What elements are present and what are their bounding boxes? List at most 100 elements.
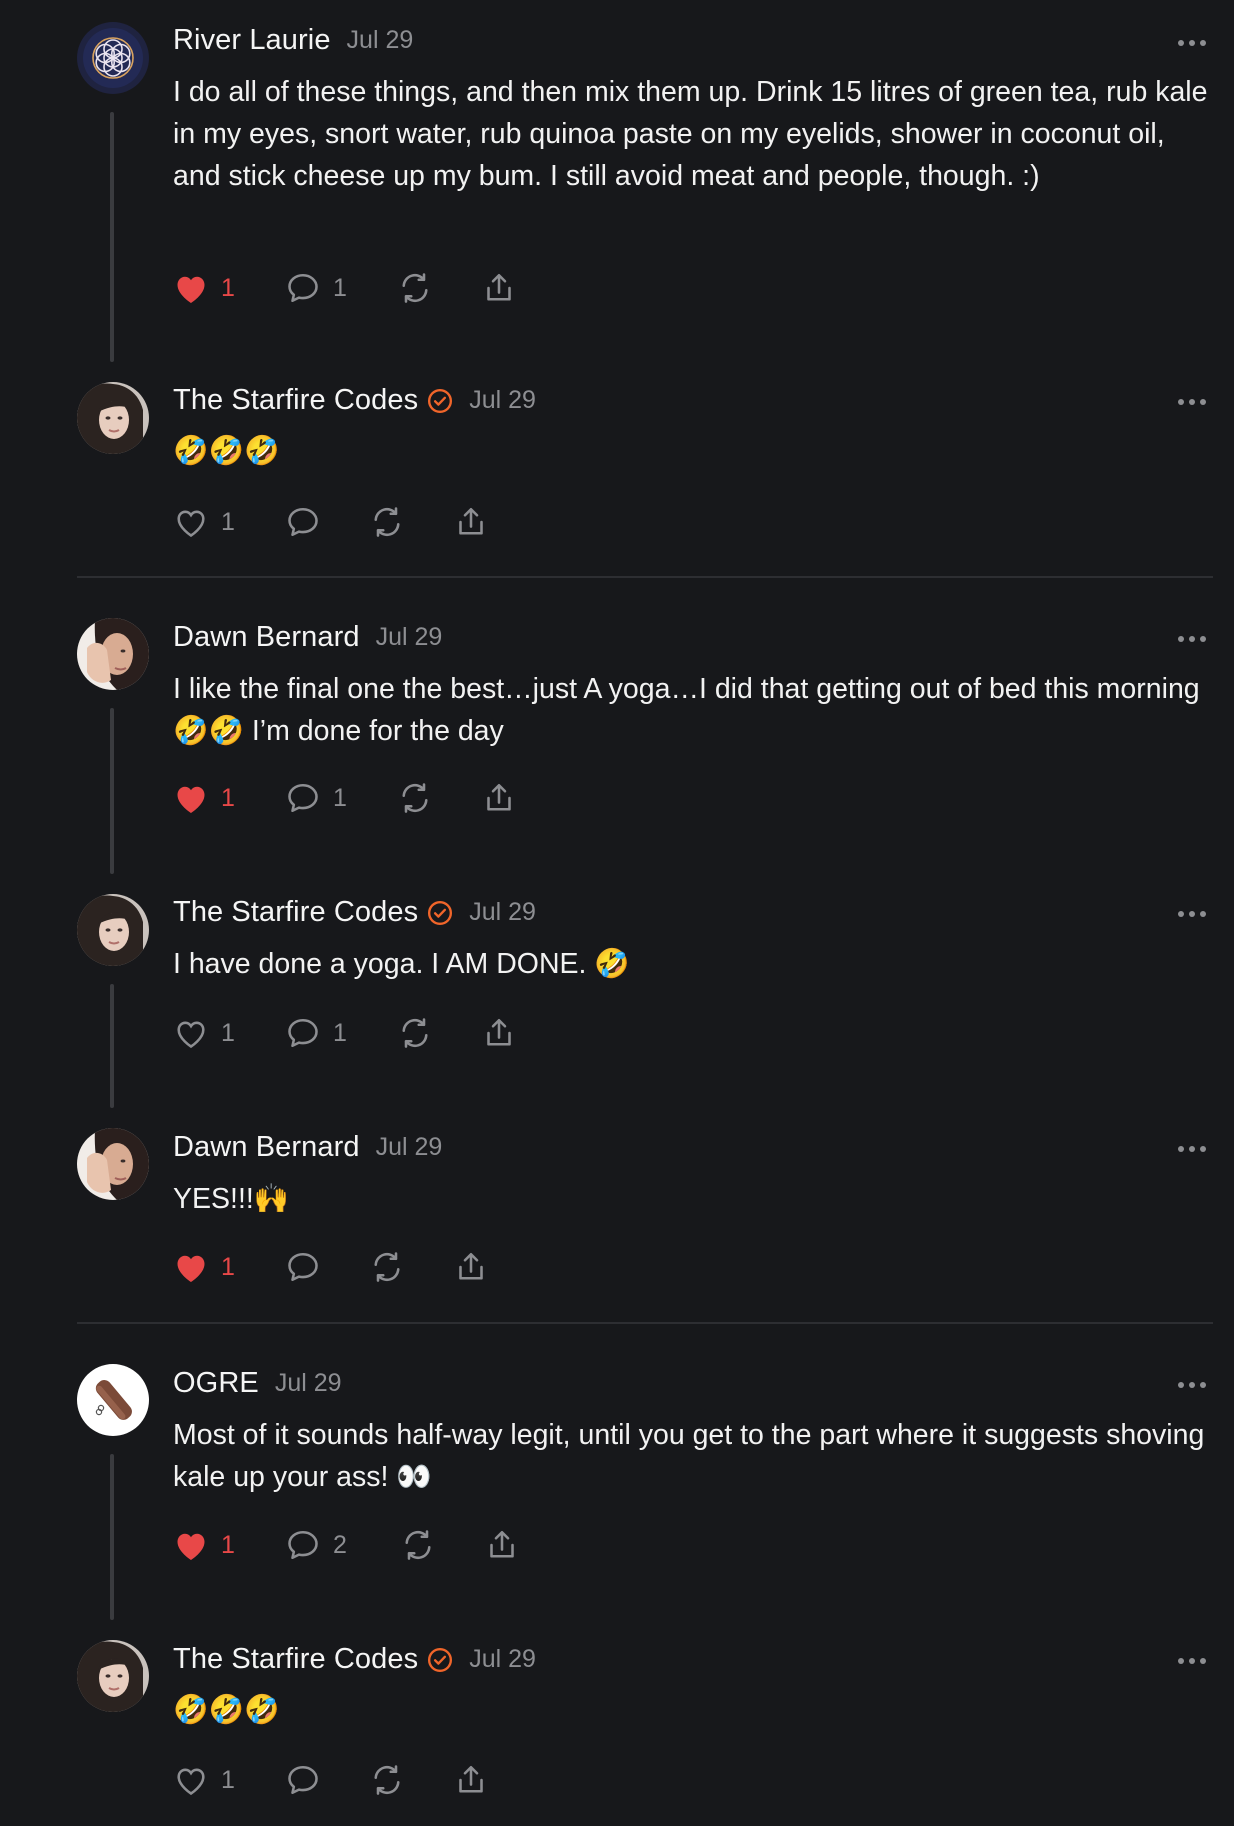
reply-button[interactable]: 1 — [285, 270, 397, 306]
comment-icon — [288, 1530, 318, 1560]
share-button[interactable] — [453, 504, 489, 540]
repost-button[interactable] — [369, 1762, 453, 1798]
heart-outline-icon — [177, 1021, 205, 1049]
author-name[interactable]: The Starfire Codes — [173, 384, 418, 417]
like-button[interactable]: 1 — [173, 1763, 285, 1797]
comment-date: Jul 29 — [469, 386, 536, 414]
repost-icon — [374, 1765, 400, 1795]
action-bar: 1 1 — [173, 1013, 517, 1053]
more-options-icon[interactable] — [1178, 1382, 1206, 1390]
comment-text: 🤣🤣🤣 — [173, 435, 280, 467]
share-button[interactable] — [481, 780, 517, 816]
like-button[interactable]: 1 — [173, 271, 285, 305]
comment-header: The Starfire Codes Jul 29 — [173, 1643, 536, 1676]
avatar[interactable] — [77, 1640, 149, 1712]
thread-line — [110, 1454, 114, 1620]
reply-button[interactable]: 1 — [285, 1015, 397, 1051]
avatar[interactable] — [77, 1128, 149, 1200]
repost-button[interactable] — [397, 780, 481, 816]
comment-text: YES!!!🙌 — [173, 1183, 290, 1215]
repost-icon — [374, 1252, 400, 1282]
thread-divider — [77, 1322, 1213, 1324]
more-options-icon[interactable] — [1178, 399, 1206, 407]
more-options-icon[interactable] — [1178, 911, 1206, 919]
comment-icon — [288, 1018, 318, 1048]
comment-header: OGRE Jul 29 — [173, 1367, 342, 1400]
repost-icon — [405, 1530, 431, 1560]
repost-icon — [402, 783, 428, 813]
comment-date: Jul 29 — [375, 1133, 443, 1161]
comment-date: Jul 29 — [469, 1645, 536, 1673]
reply-button[interactable]: 1 — [285, 780, 397, 816]
comment-date: Jul 29 — [375, 623, 443, 651]
author-name[interactable]: The Starfire Codes — [173, 1643, 418, 1676]
comment-header: The Starfire Codes Jul 29 — [173, 384, 536, 417]
avatar[interactable] — [77, 382, 149, 454]
heart-filled-icon — [177, 276, 205, 303]
comment-date: Jul 29 — [346, 26, 414, 54]
like-button[interactable]: 1 — [173, 1250, 285, 1284]
author-name[interactable]: The Starfire Codes — [173, 896, 418, 929]
repost-button[interactable] — [369, 504, 453, 540]
repost-icon — [374, 507, 400, 537]
comment-header: Dawn Bernard Jul 29 — [173, 621, 442, 654]
more-options-icon[interactable] — [1178, 636, 1206, 644]
share-button[interactable] — [481, 1015, 517, 1051]
share-button[interactable] — [484, 1527, 520, 1563]
comment-text: 🤣🤣🤣 — [173, 1694, 280, 1726]
comment-icon — [288, 1765, 318, 1795]
like-count: 1 — [221, 507, 235, 536]
share-icon — [459, 1252, 483, 1280]
author-name[interactable]: Dawn Bernard — [173, 621, 360, 654]
repost-button[interactable] — [369, 1249, 453, 1285]
repost-button[interactable] — [397, 270, 481, 306]
comment-date: Jul 29 — [274, 1369, 342, 1397]
comment-header: Dawn Bernard Jul 29 — [173, 1131, 442, 1164]
more-options-icon[interactable] — [1178, 1146, 1206, 1154]
avatar[interactable] — [77, 894, 149, 966]
comment-icon — [288, 1252, 318, 1282]
comment-header: River Laurie Jul 29 — [173, 24, 413, 57]
reply-button[interactable] — [285, 504, 369, 540]
author-name[interactable]: River Laurie — [173, 24, 331, 57]
comment-icon — [288, 273, 318, 303]
author-name[interactable]: Dawn Bernard — [173, 1131, 360, 1164]
share-icon — [490, 1530, 514, 1558]
reply-button[interactable] — [285, 1762, 369, 1798]
share-button[interactable] — [481, 270, 517, 306]
like-button[interactable]: 1 — [173, 505, 285, 539]
reply-button[interactable]: 2 — [285, 1527, 400, 1563]
share-icon — [487, 783, 511, 811]
thread-line — [110, 708, 114, 874]
more-options-icon[interactable] — [1178, 1658, 1206, 1666]
comment-date: Jul 29 — [469, 898, 536, 926]
share-icon — [459, 507, 483, 535]
heart-filled-icon — [177, 786, 205, 813]
share-button[interactable] — [453, 1762, 489, 1798]
share-button[interactable] — [453, 1249, 489, 1285]
share-icon — [487, 273, 511, 301]
action-bar: 1 — [173, 1247, 489, 1287]
comment-text: I do all of these things, and then mix t… — [173, 76, 1208, 192]
share-icon — [459, 1765, 483, 1793]
like-count: 1 — [221, 1765, 235, 1794]
reply-count: 2 — [333, 1530, 347, 1559]
comment-text: I have done a yoga. I AM DONE. 🤣 — [173, 948, 630, 980]
avatar[interactable] — [77, 1364, 149, 1436]
comment-text: Most of it sounds half-way legit, until … — [173, 1419, 1205, 1493]
avatar[interactable] — [77, 22, 149, 94]
heart-filled-icon — [177, 1255, 205, 1282]
reply-button[interactable] — [285, 1249, 369, 1285]
repost-button[interactable] — [400, 1527, 484, 1563]
avatar[interactable] — [77, 618, 149, 690]
like-count: 1 — [221, 1530, 235, 1559]
more-options-icon[interactable] — [1178, 40, 1206, 48]
author-name[interactable]: OGRE — [173, 1367, 259, 1400]
repost-button[interactable] — [397, 1015, 481, 1051]
like-button[interactable]: 1 — [173, 1528, 285, 1562]
action-bar: 1 2 — [173, 1525, 520, 1565]
like-button[interactable]: 1 — [173, 1016, 285, 1050]
thread-line — [110, 984, 114, 1108]
like-button[interactable]: 1 — [173, 781, 285, 815]
heart-outline-icon — [177, 510, 205, 538]
